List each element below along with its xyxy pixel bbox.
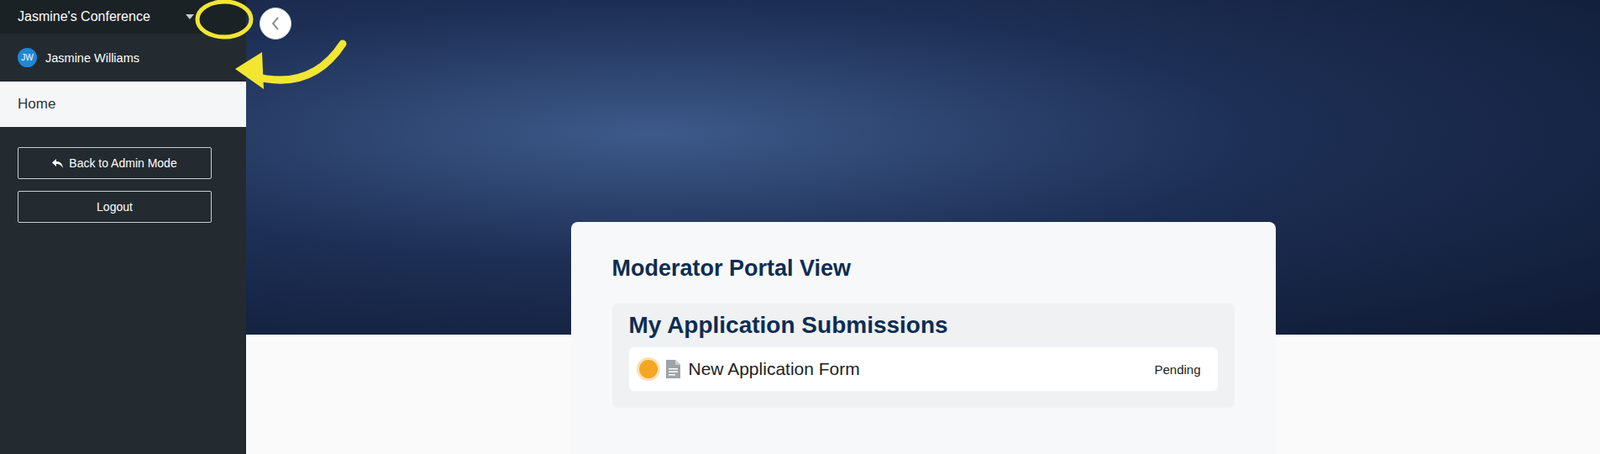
chevron-left-icon [271,16,280,31]
back-to-admin-button[interactable]: Back to Admin Mode [17,146,212,179]
submission-status: Pending [1154,361,1201,377]
event-switcher[interactable]: Jasmine's Conference [0,0,247,34]
page-title: Moderator Portal View [612,255,1235,282]
nav-item[interactable]: Home [0,81,247,127]
reply-arrow-icon [52,158,63,168]
submission-name: New Application Form [688,358,1147,379]
user-profile[interactable]: JW Jasmine Williams [0,33,247,82]
event-title: Jasmine's Conference [17,9,151,25]
card-wrapper: Moderator Portal View My Application Subm… [246,221,1600,454]
button-label: Back to Admin Mode [68,156,177,170]
status-dot [639,359,658,378]
nav-label: Home [17,95,56,113]
button-label: Logout [96,199,133,214]
portal-card: Moderator Portal View My Application Subm… [571,221,1276,454]
submission-row[interactable]: New Application Form Pending [629,346,1218,391]
submissions-panel: My Application Submissions New Applicatio… [612,303,1235,408]
avatar: JW [17,47,37,68]
annotation-arrow-icon [0,0,1600,454]
user-name: Jasmine Williams [45,51,140,65]
sidebar-buttons: Back to Admin Mode Logout [0,126,247,223]
sidebar: Jasmine's Conference JW Jasmine Williams Ho… [0,0,247,454]
collapse-sidebar-button[interactable] [259,7,292,40]
caret-down-icon [185,14,195,20]
document-icon [666,359,681,378]
section-title: My Application Submissions [629,311,1218,339]
main-content: Moderator Portal View My Application Subm… [246,0,1600,454]
logout-button[interactable]: Logout [17,190,212,223]
